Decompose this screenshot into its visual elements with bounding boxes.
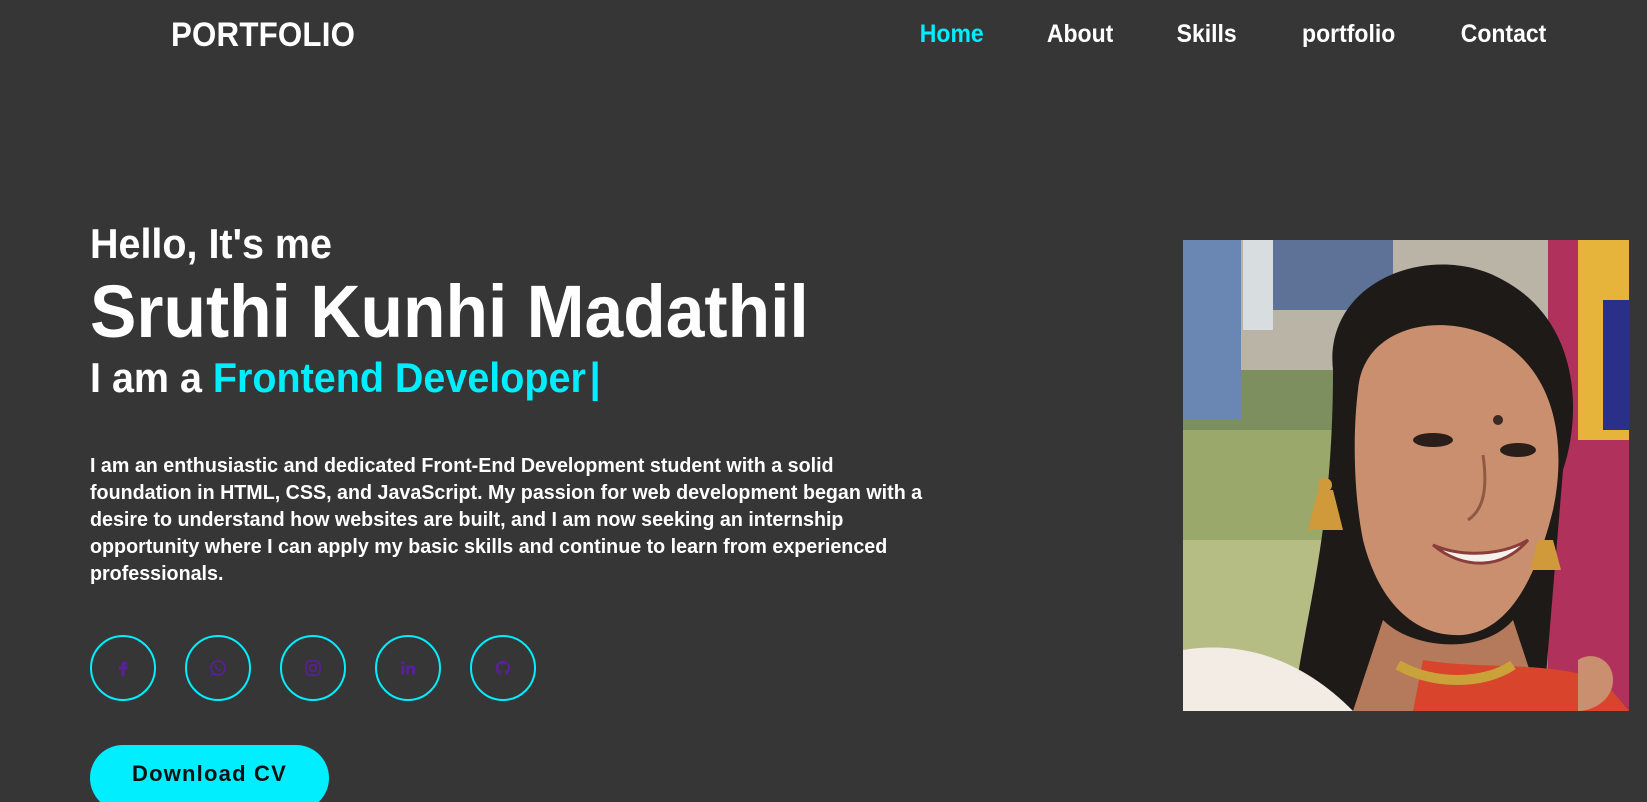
instagram-link[interactable] xyxy=(280,635,346,701)
role-text: Frontend Developer xyxy=(212,354,586,401)
linkedin-icon xyxy=(401,660,416,675)
whatsapp-link[interactable] xyxy=(185,635,251,701)
greeting-heading: Hello, It's me xyxy=(90,220,332,267)
profile-photo-image xyxy=(1183,240,1629,711)
main-nav: Home About Skills portfolio Contact xyxy=(917,20,1550,49)
download-cv-label: Download CV xyxy=(132,761,287,786)
profile-photo xyxy=(1183,240,1629,711)
name-heading: Sruthi Kunhi Madathil xyxy=(90,270,809,353)
facebook-icon xyxy=(118,661,128,677)
bio-paragraph: I am an enthusiastic and dedicated Front… xyxy=(90,454,923,585)
download-cv-button[interactable]: Download CV xyxy=(90,745,329,802)
social-links xyxy=(90,635,536,701)
github-icon xyxy=(495,660,511,676)
hero-section: Hello, It's me Sruthi Kunhi Madathil I a… xyxy=(90,218,970,587)
instagram-icon xyxy=(305,660,321,676)
github-link[interactable] xyxy=(470,635,536,701)
linkedin-link[interactable] xyxy=(375,635,441,701)
typing-cursor: | xyxy=(589,354,601,401)
role-heading: I am a Frontend Developer| xyxy=(90,352,917,404)
nav-contact[interactable]: Contact xyxy=(1461,20,1547,49)
nav-skills[interactable]: Skills xyxy=(1177,20,1237,49)
facebook-link[interactable] xyxy=(90,635,156,701)
whatsapp-icon xyxy=(210,660,226,677)
nav-home[interactable]: Home xyxy=(919,20,983,49)
site-logo[interactable]: PORTFOLIO xyxy=(171,16,355,55)
portfolio-page: PORTFOLIO Home About Skills portfolio Co… xyxy=(0,0,1647,802)
role-prefix: I am a xyxy=(90,354,202,401)
nav-about[interactable]: About xyxy=(1047,20,1113,49)
nav-portfolio[interactable]: portfolio xyxy=(1302,20,1395,49)
